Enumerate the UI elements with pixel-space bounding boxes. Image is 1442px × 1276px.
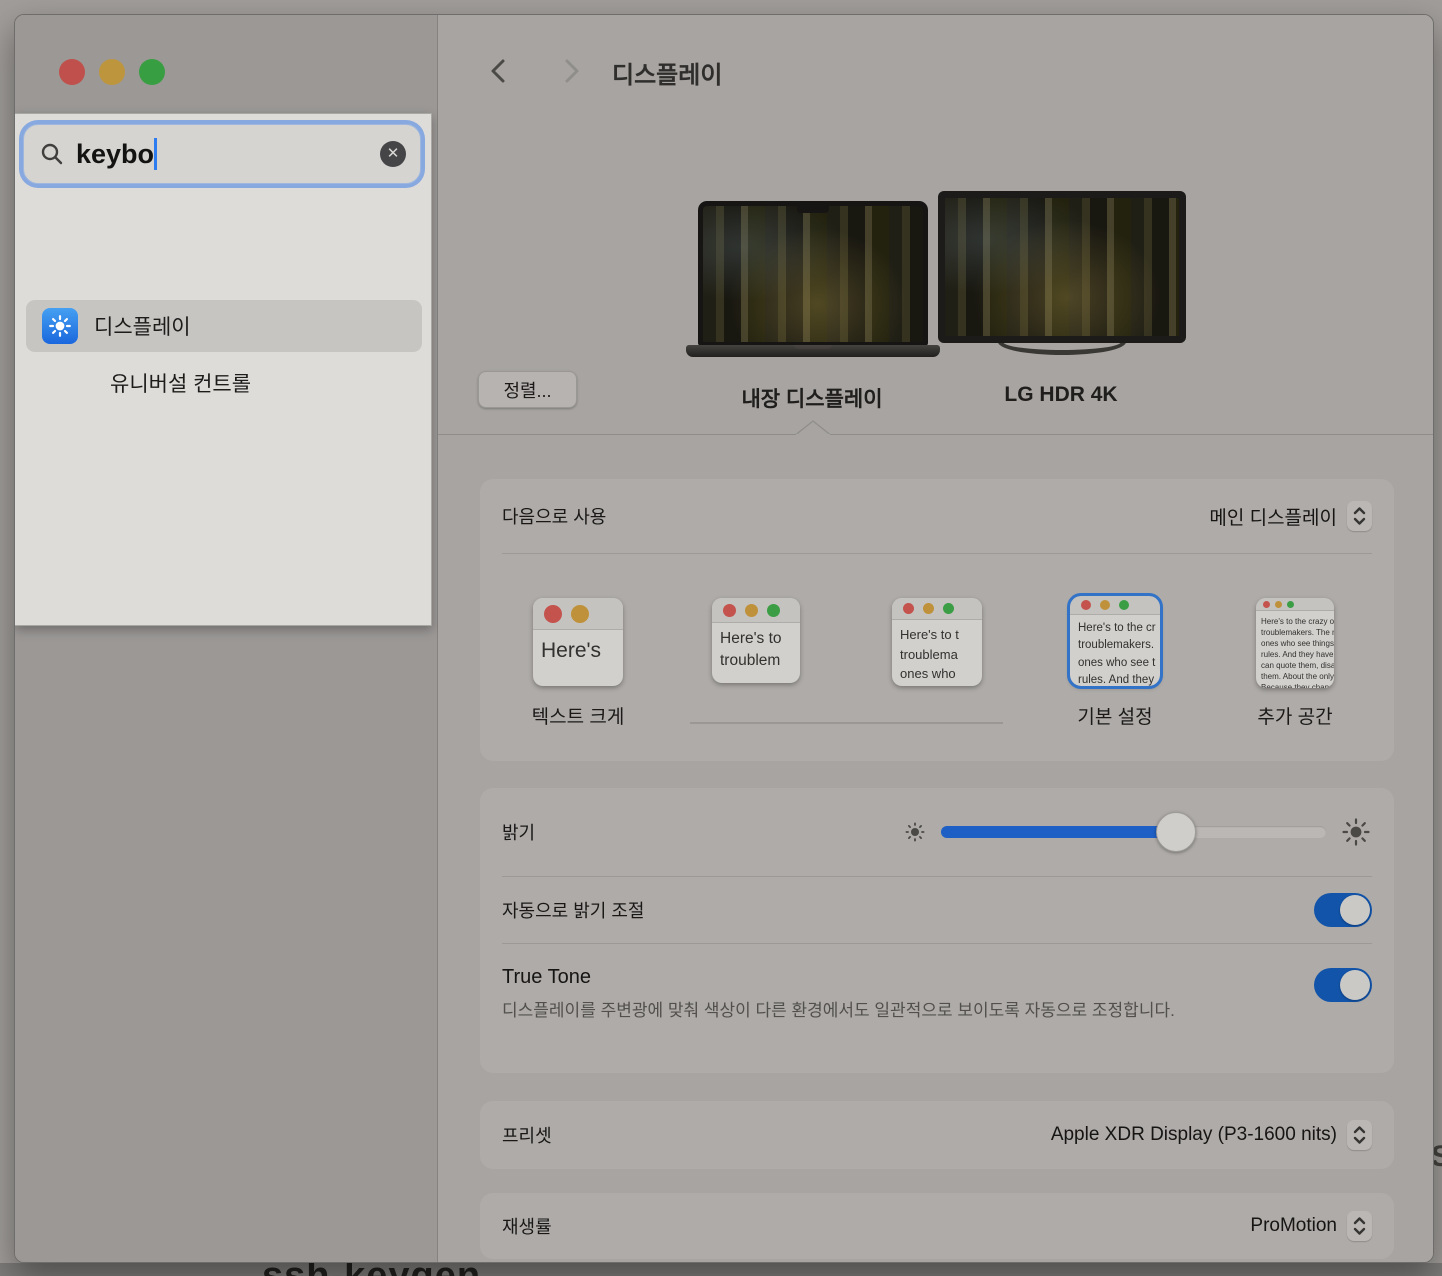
preset-row: 프리셋 Apple XDR Display (P3-1600 nits) [480,1101,1394,1169]
laptop-notch [797,206,829,213]
brightness-full-icon [1340,816,1372,848]
use-as-value: 메인 디스플레이 [1209,503,1337,530]
resolution-option-2[interactable]: Here's totroublem [712,598,800,683]
system-settings-window: keybo ✕ 디스플레이 유니버설 컨트롤 [14,14,1434,1263]
display-brightness-icon [42,308,78,344]
background-partial-text: ssh-keygen [262,1263,481,1276]
preset-dropdown[interactable] [1347,1120,1372,1150]
section-divider [438,434,1433,435]
resolution-option-larger-text[interactable]: Here's [533,598,623,686]
clear-search-icon[interactable]: ✕ [380,141,406,167]
forward-button[interactable] [556,56,586,86]
resolution-label-more-space: 추가 공간 [1215,702,1375,729]
close-button[interactable] [59,59,85,85]
preset-value: Apple XDR Display (P3-1600 nits) [1051,1124,1337,1146]
brightness-slider-knob[interactable] [1156,812,1196,852]
brightness-card: 밝기 [480,788,1394,1073]
auto-brightness-label: 자동으로 밝기 조절 [502,897,644,923]
search-result-label: 유니버설 컨트롤 [110,368,251,398]
refresh-rate-card: 재생률 ProMotion [480,1193,1394,1259]
background-content: ssh-keygen [0,1263,1442,1276]
use-as-row: 다음으로 사용 메인 디스플레이 [480,479,1394,553]
resolution-option-more-space[interactable]: Here's to the crazy onetroublemakers. Th… [1256,598,1334,688]
search-result-label: 디스플레이 [94,311,191,341]
resolution-label-larger-text: 텍스트 크게 [498,702,658,729]
resolution-picker: Here's Here's totroublem Here's to ttrou… [480,554,1394,761]
refresh-rate-dropdown[interactable] [1347,1211,1372,1241]
search-result-universal-control[interactable]: 유니버설 컨트롤 [26,357,422,409]
use-as-dropdown[interactable] [1347,501,1372,531]
true-tone-row: True Tone 디스플레이를 주변광에 맞춰 색상이 다른 환경에서도 일관… [480,944,1394,1024]
search-input[interactable]: keybo ✕ [23,124,421,184]
search-result-display[interactable]: 디스플레이 [26,300,422,352]
main-panel: 디스플레이 내장 디스플레이 LG HDR 4K 정렬... 다음으로 사용 메… [438,15,1433,1262]
display-name-lg: LG HDR 4K [931,383,1191,407]
preset-card: 프리셋 Apple XDR Display (P3-1600 nits) [480,1101,1394,1169]
search-icon [40,142,64,166]
resolution-label-default: 기본 설정 [1035,702,1195,729]
true-tone-label: True Tone [502,966,1372,989]
text-caret [154,138,157,170]
auto-brightness-toggle[interactable] [1314,893,1372,927]
search-query: keybo [76,139,154,170]
brightness-row: 밝기 [480,788,1394,876]
zoom-button[interactable] [139,59,165,85]
auto-brightness-row: 자동으로 밝기 조절 [480,877,1394,943]
traffic-lights [59,59,165,85]
display-thumb-lg-hdr-4k[interactable] [938,191,1186,355]
brightness-slider[interactable] [941,812,1326,852]
display-thumb-builtin[interactable] [698,201,928,357]
display-name-builtin: 내장 디스플레이 [682,383,942,413]
page-title: 디스플레이 [612,55,722,90]
refresh-rate-row: 재생률 ProMotion [480,1193,1394,1259]
selected-display-pointer [795,420,831,435]
resolution-option-default[interactable]: Here's to the crtroublemakers.ones who s… [1070,596,1160,686]
sidebar: keybo ✕ 디스플레이 유니버설 컨트롤 [15,15,438,1262]
preset-label: 프리셋 [502,1122,552,1148]
use-as-label: 다음으로 사용 [502,503,606,529]
display-settings-card: 다음으로 사용 메인 디스플레이 Here's Here's totr [480,479,1394,761]
true-tone-toggle[interactable] [1314,968,1372,1002]
brightness-dim-icon [903,820,927,844]
search-results-popover: keybo ✕ 디스플레이 유니버설 컨트롤 [15,113,432,626]
back-button[interactable] [484,56,514,86]
brightness-slider-fill [941,826,1176,838]
true-tone-description: 디스플레이를 주변광에 맞춰 색상이 다른 환경에서도 일관적으로 보이도록 자… [502,998,1242,1024]
refresh-rate-label: 재생률 [502,1213,552,1239]
brightness-label: 밝기 [502,819,535,845]
refresh-rate-value: ProMotion [1250,1215,1337,1237]
resolution-option-3[interactable]: Here's to ttroublemaones who [892,598,982,686]
arrange-button[interactable]: 정렬... [478,371,577,408]
resolution-tick-line [690,722,1003,724]
minimize-button[interactable] [99,59,125,85]
